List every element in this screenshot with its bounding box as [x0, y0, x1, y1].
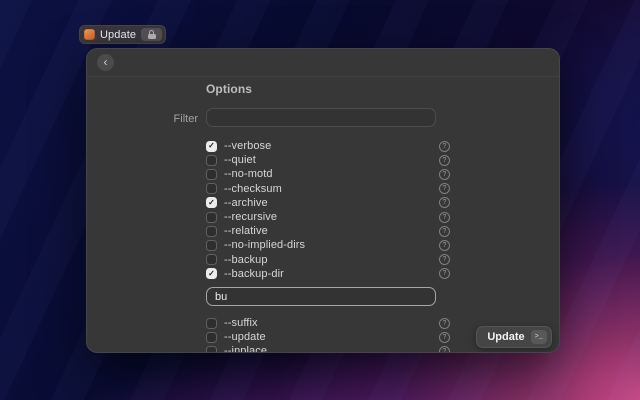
- options-list: --verbose ? --quiet ? --no-motd ? --chec…: [206, 139, 450, 281]
- option-label: --archive: [224, 197, 268, 209]
- checkbox[interactable]: [206, 155, 217, 166]
- help-icon[interactable]: ?: [439, 183, 450, 194]
- option-label: --update: [224, 331, 266, 343]
- option-row-no-motd[interactable]: --no-motd ?: [206, 167, 450, 181]
- update-button[interactable]: Update >_: [476, 326, 552, 348]
- checkbox[interactable]: [206, 240, 217, 251]
- backup-dir-input[interactable]: [206, 287, 436, 306]
- checkbox[interactable]: [206, 346, 217, 353]
- help-icon[interactable]: ?: [439, 240, 450, 251]
- checkbox[interactable]: [206, 183, 217, 194]
- option-label: --backup: [224, 254, 268, 266]
- option-row-inplace[interactable]: --inplace ?: [206, 344, 450, 353]
- option-row-relative[interactable]: --relative ?: [206, 224, 450, 238]
- terminal-shortcut-icon: >_: [531, 330, 547, 344]
- checkbox[interactable]: [206, 141, 217, 152]
- option-label: --inplace: [224, 345, 267, 353]
- checkbox[interactable]: [206, 254, 217, 265]
- checkbox[interactable]: [206, 212, 217, 223]
- help-icon[interactable]: ?: [439, 268, 450, 279]
- checkbox[interactable]: [206, 226, 217, 237]
- option-row-suffix[interactable]: --suffix ?: [206, 316, 450, 330]
- checkbox[interactable]: [206, 169, 217, 180]
- help-icon[interactable]: ?: [439, 197, 450, 208]
- help-icon[interactable]: ?: [439, 318, 450, 329]
- option-row-quiet[interactable]: --quiet ?: [206, 153, 450, 167]
- option-row-recursive[interactable]: --recursive ?: [206, 210, 450, 224]
- option-row-backup[interactable]: --backup ?: [206, 253, 450, 267]
- lock-icon: [148, 30, 156, 39]
- options-heading: Options: [206, 82, 252, 96]
- checkbox[interactable]: [206, 197, 217, 208]
- option-label: --no-motd: [224, 168, 273, 180]
- help-icon[interactable]: ?: [439, 169, 450, 180]
- checkbox[interactable]: [206, 332, 217, 343]
- help-icon[interactable]: ?: [439, 212, 450, 223]
- update-button-label: Update: [487, 331, 524, 343]
- command-chip[interactable]: Update: [79, 25, 166, 44]
- checkbox[interactable]: [206, 318, 217, 329]
- option-row-backup-dir[interactable]: --backup-dir ?: [206, 267, 450, 281]
- window-header: ‹: [87, 49, 559, 77]
- command-chip-label: Update: [100, 29, 136, 41]
- options-list-continued: --suffix ? --update ? --inplace ?: [206, 316, 450, 353]
- help-icon[interactable]: ?: [439, 155, 450, 166]
- option-label: --recursive: [224, 211, 277, 223]
- option-label: --verbose: [224, 140, 271, 152]
- filter-input[interactable]: [206, 108, 436, 127]
- help-icon[interactable]: ?: [439, 141, 450, 152]
- option-row-checksum[interactable]: --checksum ?: [206, 182, 450, 196]
- option-label: --checksum: [224, 183, 282, 195]
- option-row-update[interactable]: --update ?: [206, 330, 450, 344]
- option-label: --no-implied-dirs: [224, 239, 305, 251]
- back-button[interactable]: ‹: [97, 54, 114, 71]
- option-row-verbose[interactable]: --verbose ?: [206, 139, 450, 153]
- filter-label: Filter: [87, 113, 198, 125]
- option-label: --quiet: [224, 154, 256, 166]
- app-icon: [84, 29, 95, 40]
- help-icon[interactable]: ?: [439, 332, 450, 343]
- command-form-window: ‹ Options Filter --verbose ? --quiet ? -…: [86, 48, 560, 353]
- checkbox[interactable]: [206, 268, 217, 279]
- option-label: --relative: [224, 225, 268, 237]
- option-row-archive[interactable]: --archive ?: [206, 196, 450, 210]
- option-row-no-implied-dirs[interactable]: --no-implied-dirs ?: [206, 238, 450, 252]
- option-label: --suffix: [224, 317, 258, 329]
- help-icon[interactable]: ?: [439, 346, 450, 353]
- help-icon[interactable]: ?: [439, 226, 450, 237]
- lock-badge: [141, 28, 162, 41]
- help-icon[interactable]: ?: [439, 254, 450, 265]
- option-label: --backup-dir: [224, 268, 284, 280]
